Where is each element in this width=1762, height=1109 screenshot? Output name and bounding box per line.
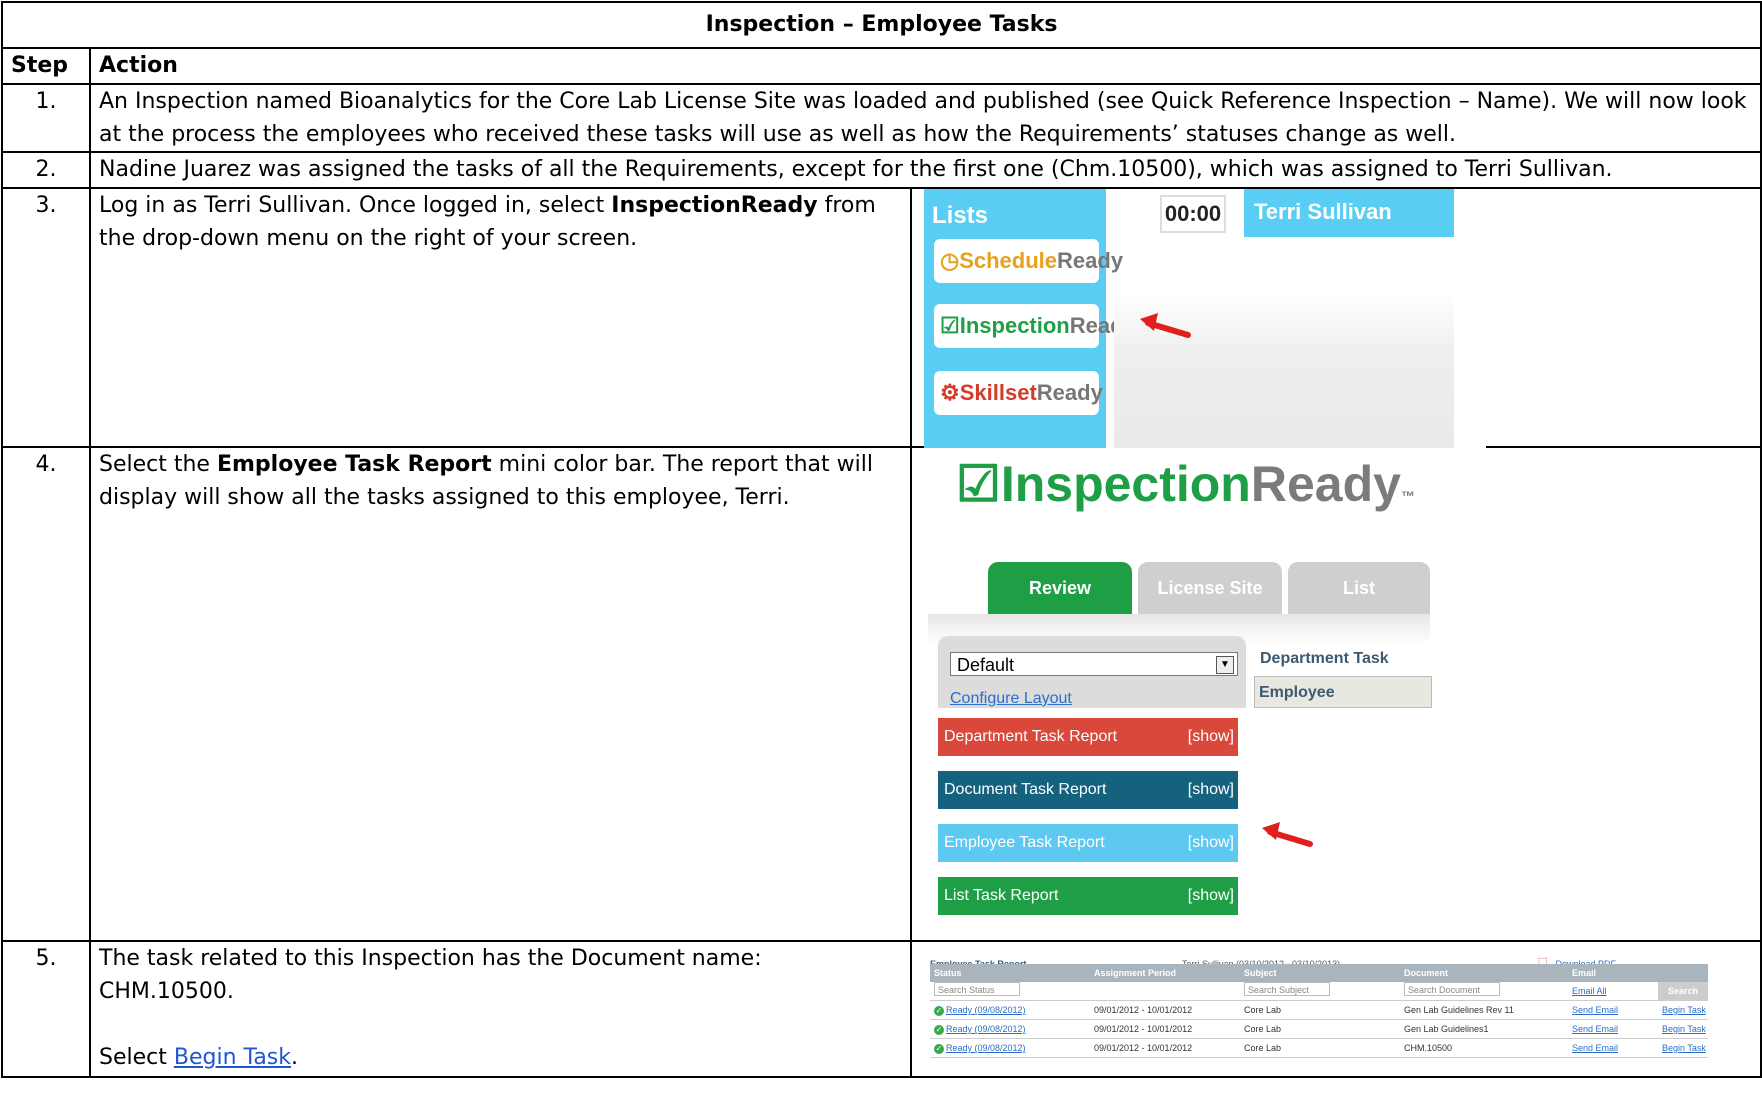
table-title: Inspection – Employee Tasks [0, 1, 1762, 49]
user-name-box[interactable]: Terri Sullivan [1244, 189, 1454, 237]
tab-list[interactable]: List [1288, 562, 1430, 614]
column-header [1658, 964, 1708, 982]
configure-layout-link[interactable]: Configure Layout [950, 682, 1072, 715]
layout-panel: Default ▼ Configure Layout [938, 636, 1246, 708]
search-subject-input[interactable]: Search Subject [1244, 982, 1330, 996]
lists-title: Lists [932, 202, 989, 229]
inspectionready-button[interactable]: ☑InspectionReady [934, 304, 1136, 348]
table-row: ✓ Ready (09/08/2012) 09/01/2012 - 10/01/2… [930, 1019, 1708, 1039]
list-task-report-bar[interactable]: List Task Report [show] [938, 877, 1238, 915]
begin-task-link[interactable]: Begin Task [1662, 1043, 1706, 1053]
inspectionready-logo: ☑InspectionReady™ [956, 456, 1415, 512]
employee-task-report-screenshot: Employee Task Report Terri Sullivan (03/… [924, 944, 1708, 1076]
check-icon: ✓ [934, 1043, 944, 1054]
step-number: 4. [1, 446, 91, 942]
session-timer: 00:00 [1160, 195, 1226, 233]
send-email-link[interactable]: Send Email [1572, 1043, 1618, 1053]
red-arrow-icon [1262, 822, 1313, 847]
document-page: Inspection – Employee Tasks Step Action … [0, 0, 1762, 1109]
search-button[interactable]: Search [1658, 982, 1708, 1001]
begin-task-link[interactable]: Begin Task [1662, 1024, 1706, 1034]
department-task-report-bar[interactable]: Department Task Report [show] [938, 718, 1238, 756]
chevron-down-icon[interactable]: ▼ [1216, 656, 1234, 674]
lists-screenshot: Lists ◷ScheduleReady ☑InspectionReady ⚙S… [924, 189, 1486, 448]
tab-review[interactable]: Review [988, 562, 1132, 614]
lists-panel: Lists ◷ScheduleReady ☑InspectionReady ⚙S… [924, 189, 1136, 448]
table-row: ✓ Ready (09/08/2012) 09/01/2012 - 10/01/2… [930, 1038, 1708, 1058]
clock-icon: ◷ [940, 248, 960, 273]
step-number: 2. [1, 151, 91, 189]
task-table: Status Assignment Period Subject Documen… [930, 964, 1708, 1058]
gear-icon: ⚙ [940, 380, 960, 405]
column-header: Email [1568, 964, 1658, 982]
procedure-table: Inspection – Employee Tasks Step Action … [0, 1, 1762, 1078]
begin-task-link[interactable]: Begin Task [174, 1045, 291, 1070]
check-icon: ✓ [934, 1005, 944, 1016]
step-number: 1. [1, 83, 91, 153]
column-header: Subject [1240, 964, 1400, 982]
step-text: Log in as Terri Sullivan. Once logged in… [89, 187, 912, 448]
lists-screenshot-cell: Lists ◷ScheduleReady ☑InspectionReady ⚙S… [909, 187, 1762, 448]
email-all-link[interactable]: Email All [1572, 986, 1607, 996]
table-row: ✓ Ready (09/08/2012) 09/01/2012 - 10/01/2… [930, 1000, 1708, 1020]
inspectionready-screenshot-cell: ☑InspectionReady™ Review License Site Li… [909, 446, 1762, 942]
send-email-link[interactable]: Send Email [1572, 1005, 1618, 1015]
step-number: 5. [1, 940, 91, 1078]
step-header: Step [1, 47, 91, 85]
employee-column-header: Employee [1254, 676, 1432, 708]
step-text: Nadine Juarez was assigned the tasks of … [88, 151, 1762, 189]
begin-task-link[interactable]: Begin Task [1662, 1005, 1706, 1015]
employee-task-report-bar[interactable]: Employee Task Report [show] [938, 824, 1238, 862]
checkbox-icon: ☑ [940, 313, 960, 338]
status-link[interactable]: Ready (09/08/2012) [946, 1043, 1026, 1053]
action-header: Action [88, 47, 1762, 85]
column-header: Assignment Period [1090, 964, 1240, 982]
step-text: The task related to this Inspection has … [89, 940, 912, 1078]
scheduleready-button[interactable]: ◷ScheduleReady [934, 239, 1123, 283]
red-arrow-icon [1140, 313, 1191, 338]
check-icon: ✓ [934, 1024, 944, 1035]
search-status-input[interactable]: Search Status [934, 982, 1020, 996]
tab-license-site[interactable]: License Site [1138, 562, 1282, 614]
checkbox-icon: ☑ [956, 456, 1001, 512]
status-link[interactable]: Ready (09/08/2012) [946, 1024, 1026, 1034]
inspectionready-screenshot: ☑InspectionReady™ Review License Site Li… [928, 450, 1432, 939]
send-email-link[interactable]: Send Email [1572, 1024, 1618, 1034]
search-document-input[interactable]: Search Document [1404, 982, 1500, 996]
column-header: Document [1400, 964, 1568, 982]
skillsetready-button[interactable]: ⚙SkillsetReady [934, 371, 1103, 415]
document-task-report-bar[interactable]: Document Task Report [show] [938, 771, 1238, 809]
employee-task-report-screenshot-cell: Employee Task Report Terri Sullivan (03/… [909, 940, 1762, 1078]
layout-select[interactable]: Default ▼ [950, 652, 1238, 676]
column-header: Status [930, 964, 1090, 982]
status-link[interactable]: Ready (09/08/2012) [946, 1005, 1026, 1015]
step-text: An Inspection named Bioanalytics for the… [88, 83, 1762, 153]
step-text: Select the Employee Task Report mini col… [89, 446, 912, 942]
step-number: 3. [1, 187, 91, 448]
